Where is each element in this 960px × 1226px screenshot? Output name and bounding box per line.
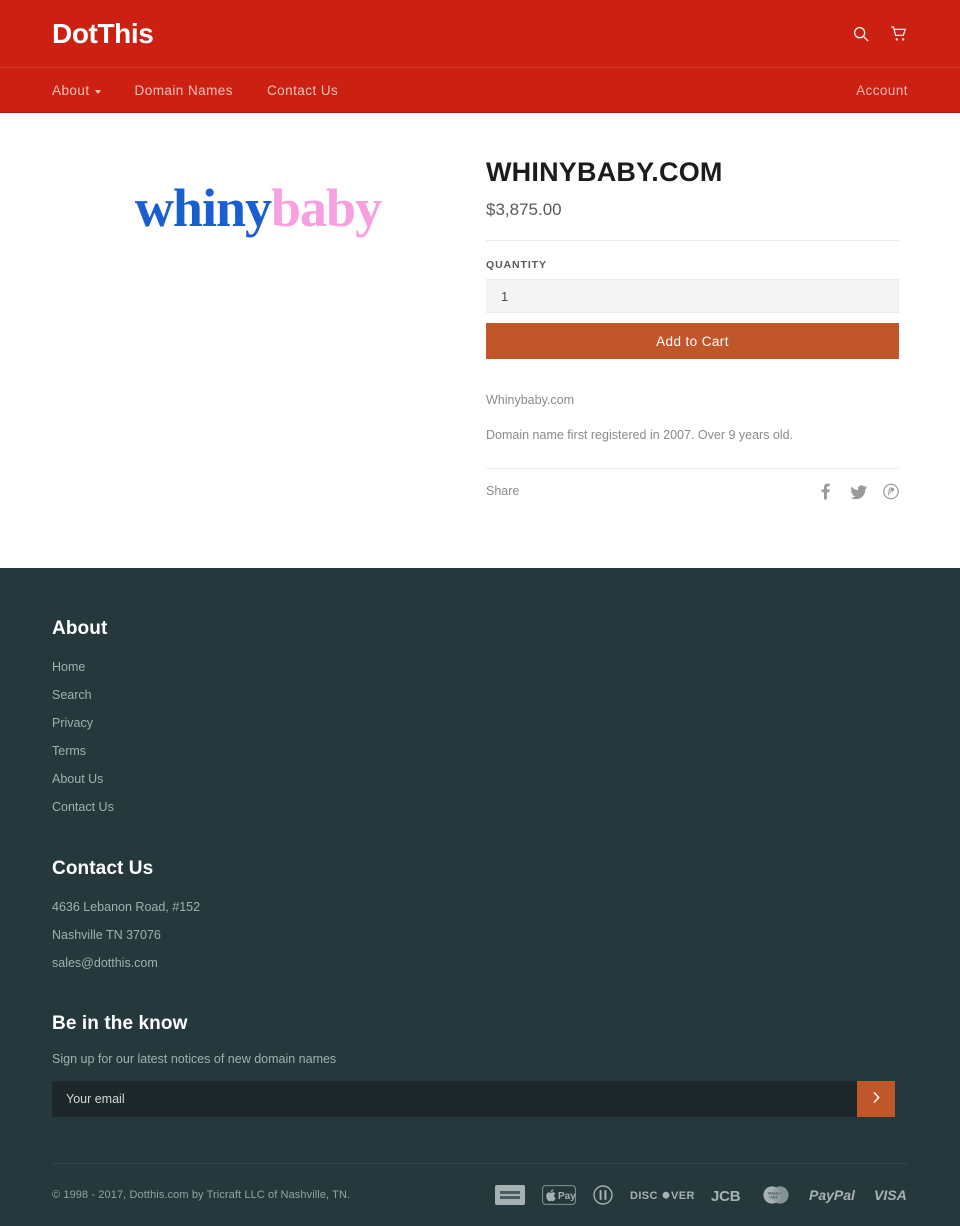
footer-bottom-bar: © 1998 - 2017, Dotthis.com by Tricraft L… [52,1163,908,1226]
footer-email-link[interactable]: sales@dotthis.com [52,953,158,973]
newsletter-submit-button[interactable] [857,1081,895,1117]
nav-account-group: Account [856,83,908,98]
site-logo[interactable]: DotThis [52,19,154,48]
email-field[interactable] [52,1081,857,1117]
discover-icon: DISC VER [630,1185,694,1205]
jcb-icon: JCB [711,1185,743,1205]
share-icon-group [817,483,899,500]
list-item: Nashville TN 37076 [52,925,908,945]
twitter-icon[interactable] [850,483,867,500]
nav-links: About Domain Names Contact Us [52,83,338,98]
footer-about-heading: About [52,618,108,639]
header-icon-group [852,25,908,43]
visa-icon: VISA [874,1185,908,1205]
product-logo-art: whinybaby [134,178,382,238]
list-item: About Us [52,769,908,789]
description-line-2: Domain name first registered in 2007. Ov… [486,428,794,443]
footer-link-search[interactable]: Search [52,685,92,705]
nav-item-about[interactable]: About [52,83,101,98]
footer-link-home[interactable]: Home [52,657,85,677]
site-footer: About Home Search Privacy Terms About Us… [0,568,960,1226]
page-title: WHINYBABY.COM [486,157,723,187]
footer-contact-heading: Contact Us [52,858,154,879]
product-details: WHINYBABY.COM $3,875.00 QUANTITY Add to … [486,157,899,513]
svg-text:PayPal: PayPal [809,1187,856,1203]
payment-methods: Pay DISC VER JCB Master Card PayPal VISA [495,1185,908,1205]
american-express-icon [495,1185,525,1205]
chevron-down-icon [94,89,101,94]
product-logo-part-one: whiny [134,178,272,238]
footer-link-terms[interactable]: Terms [52,741,86,761]
newsletter-form [52,1081,895,1117]
footer-link-contact-us[interactable]: Contact Us [52,797,114,817]
svg-text:Pay: Pay [558,1191,576,1202]
list-item: sales@dotthis.com [52,953,908,973]
product-price: $3,875.00 [486,200,562,220]
list-item: Terms [52,741,908,761]
site-header: DotThis [0,0,960,67]
chevron-right-icon [872,1091,881,1107]
newsletter-subtext: Sign up for our latest notices of new do… [52,1052,337,1066]
facebook-icon[interactable] [817,483,833,500]
nav-item-contact-us[interactable]: Contact Us [267,83,338,98]
divider [486,240,899,242]
nav-item-about-label: About [52,83,90,98]
nav-item-account[interactable]: Account [856,83,908,98]
description-line-1: Whinybaby.com [486,393,574,408]
quantity-label: QUANTITY [486,259,547,272]
cart-icon[interactable] [890,25,908,43]
nav-inner: About Domain Names Contact Us Account [0,68,960,113]
footer-about-links: Home Search Privacy Terms About Us Conta… [52,657,908,817]
svg-text:Card: Card [769,1194,779,1199]
paypal-icon: PayPal [809,1185,857,1205]
footer-address-street: 4636 Lebanon Road, #152 [52,900,201,914]
pinterest-icon[interactable] [883,483,899,500]
apple-pay-icon: Pay [542,1185,576,1205]
copyright-text: © 1998 - 2017, Dotthis.com by Tricraft L… [52,1189,351,1201]
diners-club-icon [593,1185,613,1205]
footer-contact-list: 4636 Lebanon Road, #152 Nashville TN 370… [52,897,908,973]
product-logo-part-two: baby [271,178,382,238]
quantity-input[interactable] [486,279,899,314]
list-item: Search [52,685,908,705]
product-page: whinybaby WHINYBABY.COM $3,875.00 QUANTI… [0,113,960,568]
newsletter-heading: Be in the know [52,1013,188,1034]
header-inner: DotThis [0,0,960,67]
footer-address-city: Nashville TN 37076 [52,928,161,942]
list-item: Home [52,657,908,677]
add-to-cart-button[interactable]: Add to Cart [486,323,899,360]
product-image: whinybaby [52,157,464,235]
svg-text:JCB: JCB [711,1188,741,1205]
share-label: Share [486,484,520,499]
svg-text:VER: VER [671,1190,694,1202]
svg-text:VISA: VISA [874,1187,907,1203]
list-item: Contact Us [52,797,908,817]
footer-link-privacy[interactable]: Privacy [52,713,93,733]
page-root: DotThis About Domain Names Contact Us Ac… [0,0,960,1226]
nav-item-domain-names[interactable]: Domain Names [135,83,233,98]
product-description: Whinybaby.com Domain name first register… [486,391,899,444]
svg-text:DISC: DISC [630,1190,658,1202]
mastercard-icon: Master Card [760,1185,792,1205]
share-row: Share [486,469,899,513]
list-item: Privacy [52,713,908,733]
search-icon[interactable] [852,25,870,43]
footer-link-about-us[interactable]: About Us [52,769,103,789]
list-item: 4636 Lebanon Road, #152 [52,897,908,917]
main-navigation: About Domain Names Contact Us Account [0,67,960,113]
